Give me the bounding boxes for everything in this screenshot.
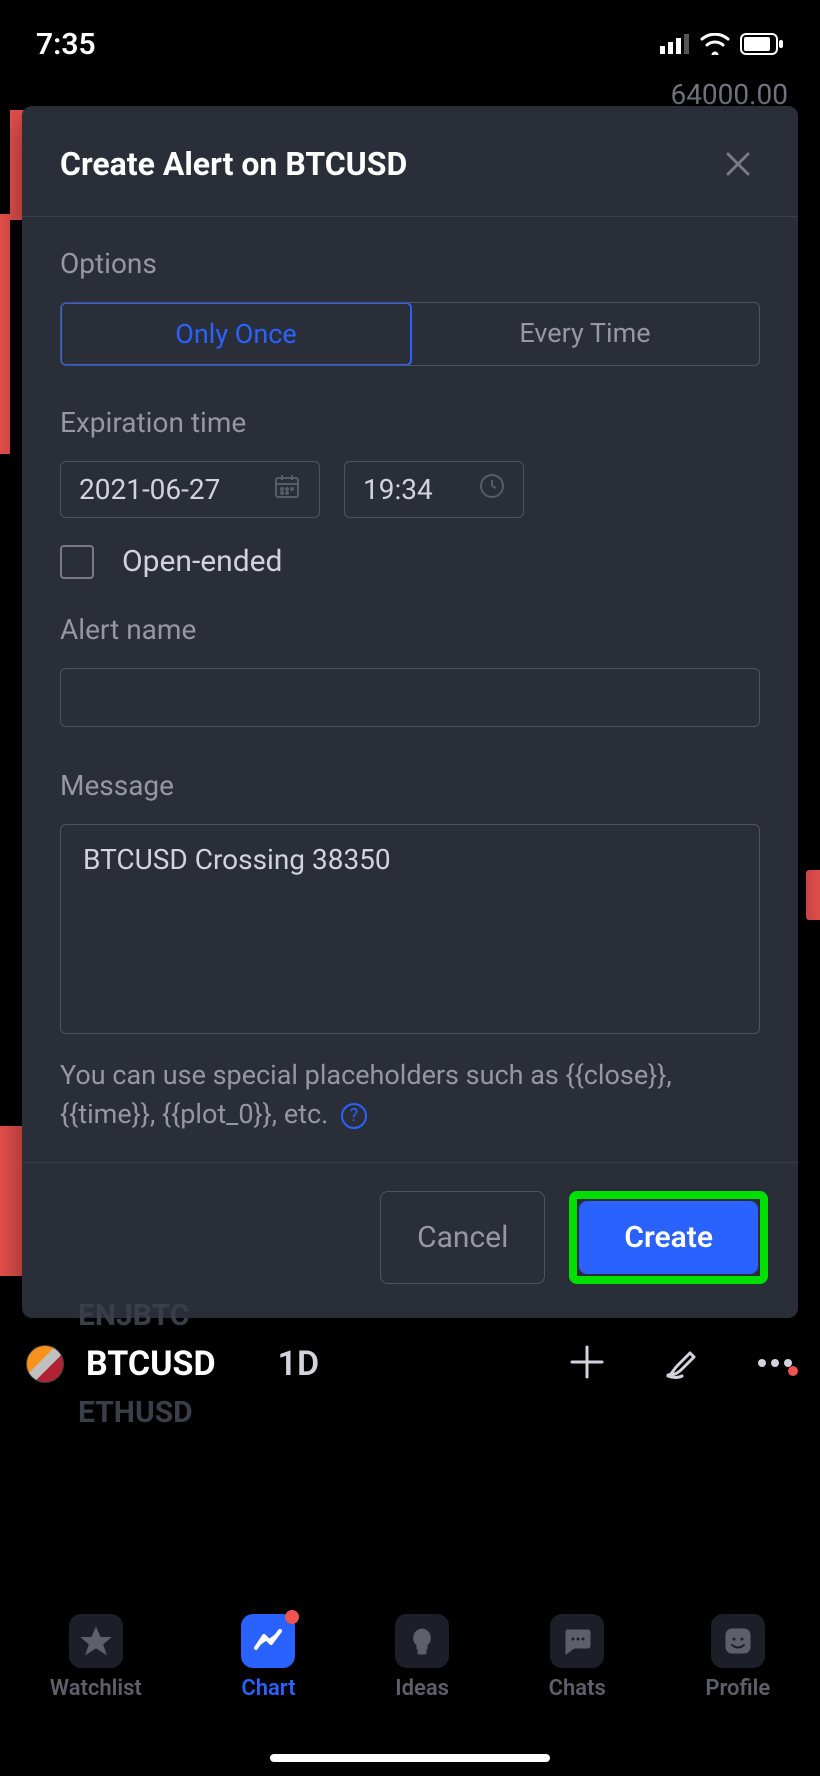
chart-icon	[241, 1614, 295, 1668]
background-price-marker	[806, 870, 820, 920]
calendar-icon	[273, 472, 301, 507]
ticker-interval[interactable]: 1D	[278, 1344, 320, 1384]
more-button[interactable]	[756, 1355, 794, 1374]
alert-name-label: Alert name	[60, 613, 760, 646]
modal-footer: Cancel Create	[22, 1162, 798, 1318]
background-candle	[0, 214, 10, 454]
profile-icon	[711, 1614, 765, 1668]
nav-label: Chats	[549, 1676, 606, 1701]
option-every-time[interactable]: Every Time	[411, 303, 759, 365]
status-time: 7:35	[36, 27, 96, 62]
nav-profile[interactable]: Profile	[705, 1614, 770, 1701]
draw-button[interactable]	[662, 1343, 700, 1385]
chat-icon	[550, 1614, 604, 1668]
status-bar: 7:35	[0, 0, 820, 88]
faded-ticker-above: ENJBTC	[78, 1298, 794, 1333]
option-only-once[interactable]: Only Once	[60, 302, 412, 366]
nav-chats[interactable]: Chats	[549, 1614, 606, 1701]
add-button[interactable]	[568, 1343, 606, 1385]
help-icon[interactable]: ?	[341, 1103, 367, 1129]
expiration-row: 2021-06-27 19:34	[60, 461, 760, 518]
nav-chart[interactable]: Chart	[241, 1614, 295, 1701]
ticker-symbol[interactable]: BTCUSD	[86, 1344, 216, 1384]
home-indicator[interactable]	[270, 1754, 550, 1762]
create-button[interactable]: Create	[579, 1201, 758, 1274]
pencil-icon	[662, 1343, 700, 1381]
nav-label: Watchlist	[50, 1676, 142, 1701]
faded-ticker-below: ETHUSD	[78, 1395, 794, 1430]
modal-body: Options Only Once Every Time Expiration …	[22, 217, 798, 1162]
wifi-icon	[700, 33, 730, 55]
nav-label: Chart	[241, 1676, 295, 1701]
bottom-nav: Watchlist Chart Ideas Chats Profile	[0, 1596, 820, 1776]
cancel-button[interactable]: Cancel	[380, 1191, 545, 1284]
expiration-date-input[interactable]: 2021-06-27	[60, 461, 320, 518]
expiration-time-value: 19:34	[363, 473, 433, 506]
expiration-label: Expiration time	[60, 406, 760, 439]
message-hint: You can use special placeholders such as…	[60, 1056, 760, 1134]
open-ended-checkbox[interactable]	[60, 545, 94, 579]
expiration-time-input[interactable]: 19:34	[344, 461, 524, 518]
nav-label: Profile	[705, 1676, 770, 1701]
cellular-signal-icon	[660, 34, 690, 54]
notification-dot-icon	[788, 1366, 798, 1376]
status-right	[660, 33, 784, 55]
close-icon	[724, 150, 752, 178]
message-label: Message	[60, 769, 760, 802]
notification-badge-icon	[285, 1610, 299, 1624]
star-icon	[69, 1614, 123, 1668]
modal-header: Create Alert on BTCUSD	[22, 106, 798, 217]
plus-icon	[568, 1343, 606, 1381]
ticker-tools	[568, 1343, 794, 1385]
ticker-symbol-icon	[26, 1345, 64, 1383]
open-ended-label: Open-ended	[122, 544, 282, 579]
battery-icon	[740, 33, 784, 55]
clock-icon	[479, 473, 505, 506]
create-button-highlight: Create	[569, 1191, 768, 1284]
alert-name-input[interactable]	[60, 668, 760, 727]
nav-ideas[interactable]: Ideas	[395, 1614, 449, 1701]
close-button[interactable]	[716, 142, 760, 186]
expiration-date-value: 2021-06-27	[79, 473, 220, 506]
ticker-row: BTCUSD 1D	[26, 1343, 794, 1385]
lightbulb-icon	[395, 1614, 449, 1668]
options-segmented-control: Only Once Every Time	[60, 302, 760, 366]
options-label: Options	[60, 247, 760, 280]
nav-watchlist[interactable]: Watchlist	[50, 1614, 142, 1701]
modal-title: Create Alert on BTCUSD	[60, 145, 407, 183]
open-ended-checkbox-row[interactable]: Open-ended	[60, 544, 760, 579]
nav-label: Ideas	[395, 1676, 449, 1701]
ticker-band: ENJBTC BTCUSD 1D ETHUSD	[0, 1298, 820, 1430]
create-alert-modal: Create Alert on BTCUSD Options Only Once…	[22, 106, 798, 1318]
message-textarea[interactable]	[60, 824, 760, 1034]
